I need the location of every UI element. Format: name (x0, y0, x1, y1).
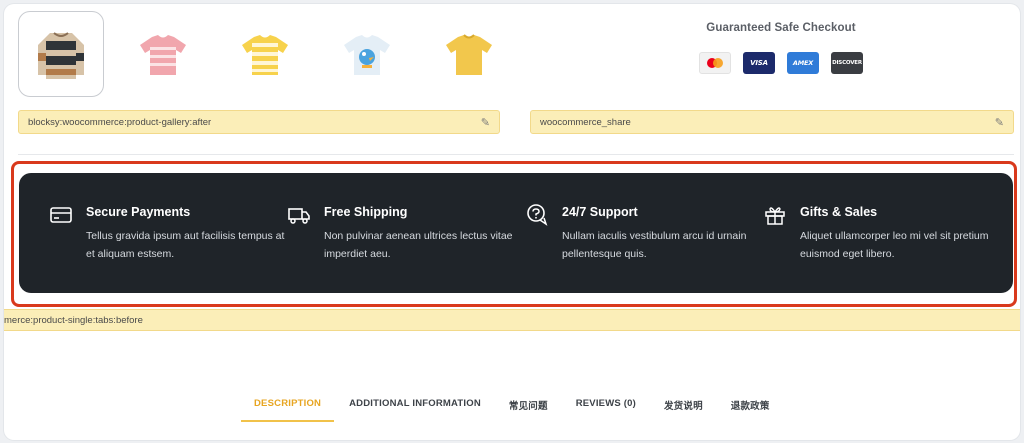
feature-title: Gifts & Sales (800, 205, 878, 219)
credit-card-icon (50, 207, 72, 223)
feature-description: Tellus gravida ipsum aut facilisis tempu… (86, 230, 285, 260)
hook-label: blocksy:woocommerce:product-gallery:afte… (28, 116, 212, 128)
amex-icon: AMEX (787, 52, 819, 74)
hook-share[interactable]: woocommerce_share ✎ (530, 110, 1014, 134)
feature-title: Free Shipping (324, 205, 408, 219)
checkout-title: Guaranteed Safe Checkout (706, 22, 856, 34)
tab-description[interactable]: DESCRIPTION (241, 396, 335, 422)
product-gallery-thumbnails (18, 11, 528, 97)
yellow-striped-tshirt-image (242, 35, 288, 75)
product-page: Guaranteed Safe Checkout VISA AMEX DISCO… (4, 4, 1020, 440)
thumbnail-bird-print-tshirt[interactable] (324, 11, 410, 97)
feature-description: Nullam iaculis vestibulum arcu id urnain… (562, 230, 747, 260)
tab-reviews[interactable]: REVIEWS (0) (576, 396, 636, 422)
gift-icon (765, 207, 785, 225)
thumbnail-yellow-tshirt[interactable] (426, 11, 512, 97)
payment-cards: VISA AMEX DISCOVER (670, 52, 892, 74)
tab-refund-policy[interactable]: 退款政策 (731, 396, 770, 422)
hook-label: woocommerce_share (540, 116, 631, 128)
product-tabs: DESCRIPTION ADDITIONAL INFORMATION 常见问题 … (241, 396, 798, 422)
hook-gallery-after[interactable]: blocksy:woocommerce:product-gallery:afte… (18, 110, 500, 134)
thumbnail-striped-sweater[interactable] (18, 11, 104, 97)
tab-shipping-info[interactable]: 发货说明 (664, 396, 703, 422)
divider (18, 154, 1014, 155)
pink-tshirt-image (140, 35, 186, 75)
thumbnail-yellow-striped-tshirt[interactable] (222, 11, 308, 97)
hook-label: merce:product-single:tabs:before (4, 314, 143, 326)
truck-icon (288, 208, 310, 224)
striped-sweater-image (38, 32, 84, 79)
thumbnail-pink-tshirt[interactable] (120, 11, 206, 97)
features-band: Secure Payments Tellus gravida ipsum aut… (19, 173, 1013, 293)
bird-print-tshirt-image (344, 35, 390, 75)
visa-icon: VISA (743, 52, 775, 74)
feature-title: 24/7 Support (562, 205, 638, 219)
hook-tabs-before[interactable]: merce:product-single:tabs:before (4, 309, 1020, 331)
mastercard-icon (699, 52, 731, 74)
feature-description: Aliquet ullamcorper leo mi vel sit preti… (800, 230, 989, 260)
feature-title: Secure Payments (86, 205, 191, 219)
edit-pencil-icon[interactable]: ✎ (995, 116, 1004, 129)
support-chat-icon (527, 204, 548, 226)
tab-additional-information[interactable]: ADDITIONAL INFORMATION (349, 396, 481, 422)
discover-icon: DISCOVER (831, 52, 863, 74)
safe-checkout: Guaranteed Safe Checkout VISA AMEX DISCO… (670, 22, 892, 74)
feature-description: Non pulvinar aenean ultrices lectus vita… (324, 230, 513, 260)
edit-pencil-icon[interactable]: ✎ (481, 116, 490, 129)
tab-faq[interactable]: 常见问题 (509, 396, 548, 422)
yellow-tshirt-image (446, 34, 492, 75)
